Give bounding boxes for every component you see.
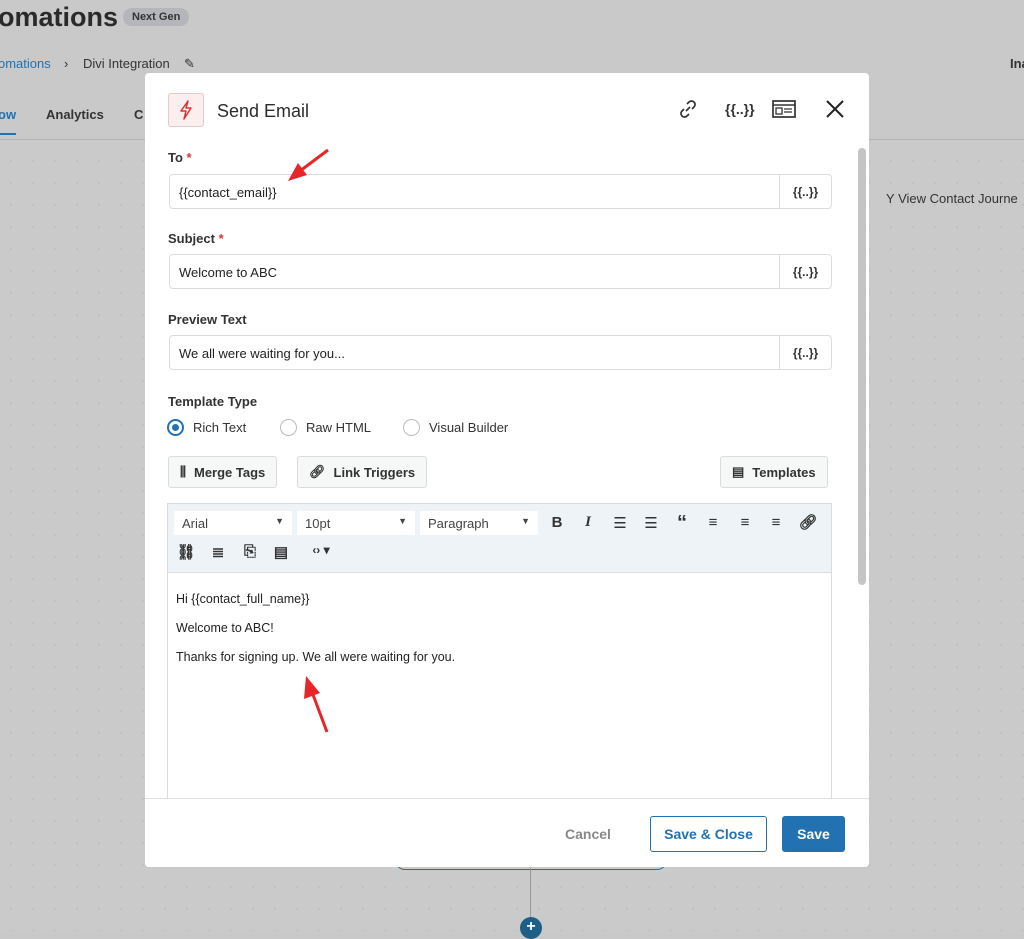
link-icon: 🔗︎	[309, 464, 326, 479]
scrollbar[interactable]	[858, 148, 866, 585]
paste-text-icon[interactable]: ⎘	[240, 543, 260, 560]
templates-button[interactable]: ▤ Templates	[720, 456, 828, 488]
subject-label: Subject *	[168, 231, 224, 246]
save-button[interactable]: Save	[782, 816, 845, 852]
to-merge-tag-button[interactable]: {{..}}	[779, 175, 831, 208]
link-triggers-button[interactable]: 🔗︎ Link Triggers	[297, 456, 428, 488]
align-center-icon[interactable]: ≡	[735, 514, 755, 531]
view-contact-journey-link[interactable]: Y View Contact Journe	[886, 191, 1018, 206]
top-right-text: Ina	[1010, 56, 1024, 71]
subject-input[interactable]: Welcome to ABC	[170, 255, 779, 288]
tab-workflow[interactable]: ow	[0, 107, 17, 135]
align-left-icon[interactable]: ≡	[703, 514, 723, 531]
templates-icon: ▤	[732, 464, 745, 479]
content-line: Hi {{contact_full_name}}	[176, 592, 310, 606]
cancel-button[interactable]: Cancel	[565, 826, 611, 842]
font-size-select[interactable]: 10pt ▼	[297, 511, 415, 535]
chevron-right-icon: ›	[64, 56, 69, 71]
preview-text-label: Preview Text	[168, 312, 247, 327]
font-family-select[interactable]: Arial ▼	[174, 511, 292, 535]
preview-merge-tag-button[interactable]: {{..}}	[779, 336, 831, 369]
modal-header: Send Email {{..}}	[145, 73, 869, 148]
subject-field[interactable]: Welcome to ABC {{..}}	[169, 254, 832, 289]
editor-toolbar: Arial ▼ 10pt ▼ Paragraph ▼ B I ☰ ☰ “ ≡ ≡ ≡ …	[168, 504, 831, 573]
template-preview-icon[interactable]	[772, 99, 796, 122]
editor-content[interactable]: Hi {{contact_full_name}} Welcome to ABC!…	[168, 573, 831, 684]
next-gen-badge: Next Gen	[123, 8, 190, 26]
page-title: omations	[0, 2, 119, 32]
breadcrumb-current: Divi Integration	[83, 56, 170, 71]
radio-rich-text[interactable]: Rich Text	[167, 419, 246, 436]
close-icon[interactable]	[825, 99, 845, 122]
link-icon[interactable]	[678, 99, 698, 122]
align-right-icon[interactable]: ≡	[766, 514, 786, 531]
tab-c[interactable]: C	[134, 107, 143, 122]
preview-text-field[interactable]: We all were waiting for you... {{..}}	[169, 335, 832, 370]
branch-icon: Y	[886, 191, 899, 206]
to-field[interactable]: {{contact_email}} {{..}}	[169, 174, 832, 209]
subject-merge-tag-button[interactable]: {{..}}	[779, 255, 831, 288]
to-label: To *	[168, 150, 192, 165]
journey-label: View Contact Journe	[898, 191, 1018, 206]
unlink-icon[interactable]: ⛓︎	[176, 543, 196, 561]
template-type-label: Template Type	[168, 394, 258, 409]
format-select[interactable]: Paragraph ▼	[420, 511, 538, 535]
content-line: Thanks for signing up. We all were waiti…	[176, 650, 456, 664]
code-dropdown-icon[interactable]: ‹› ▾	[304, 543, 338, 557]
toolbar-toggle-icon[interactable]: ▤	[271, 543, 291, 561]
add-step-button[interactable]: +	[520, 917, 542, 939]
numbered-list-icon[interactable]: ☰	[641, 514, 661, 532]
save-close-button[interactable]: Save & Close	[650, 816, 767, 852]
connector-line	[530, 868, 531, 918]
bold-icon[interactable]: B	[547, 514, 567, 531]
breadcrumb-automations[interactable]: omations	[0, 56, 51, 71]
lightning-icon	[168, 93, 204, 127]
blockquote-icon[interactable]: “	[672, 512, 692, 535]
merge-tags-icon: ⫼	[180, 464, 186, 479]
read-more-icon[interactable]: ≣	[208, 543, 228, 561]
send-email-modal: Send Email {{..}} To * {{contact_email}}…	[145, 73, 869, 867]
modal-footer: Cancel Save & Close Save	[145, 798, 869, 867]
to-input[interactable]: {{contact_email}}	[170, 175, 779, 208]
radio-visual-builder[interactable]: Visual Builder	[403, 419, 508, 436]
modal-title: Send Email	[217, 101, 310, 121]
pencil-icon[interactable]: ✎	[184, 56, 195, 72]
preview-text-input[interactable]: We all were waiting for you...	[170, 336, 779, 369]
merge-tag-icon[interactable]: {{..}}	[725, 101, 755, 117]
merge-tags-button[interactable]: ⫼ Merge Tags	[168, 456, 278, 488]
bullet-list-icon[interactable]: ☰	[610, 514, 630, 532]
content-line: Welcome to ABC!	[176, 621, 274, 635]
tab-analytics[interactable]: Analytics	[46, 107, 104, 122]
insert-link-icon[interactable]: 🔗︎	[798, 513, 818, 531]
rich-text-editor: Arial ▼ 10pt ▼ Paragraph ▼ B I ☰ ☰ “ ≡ ≡ ≡ …	[167, 503, 832, 803]
radio-raw-html[interactable]: Raw HTML	[280, 419, 371, 436]
italic-icon[interactable]: I	[578, 514, 598, 531]
